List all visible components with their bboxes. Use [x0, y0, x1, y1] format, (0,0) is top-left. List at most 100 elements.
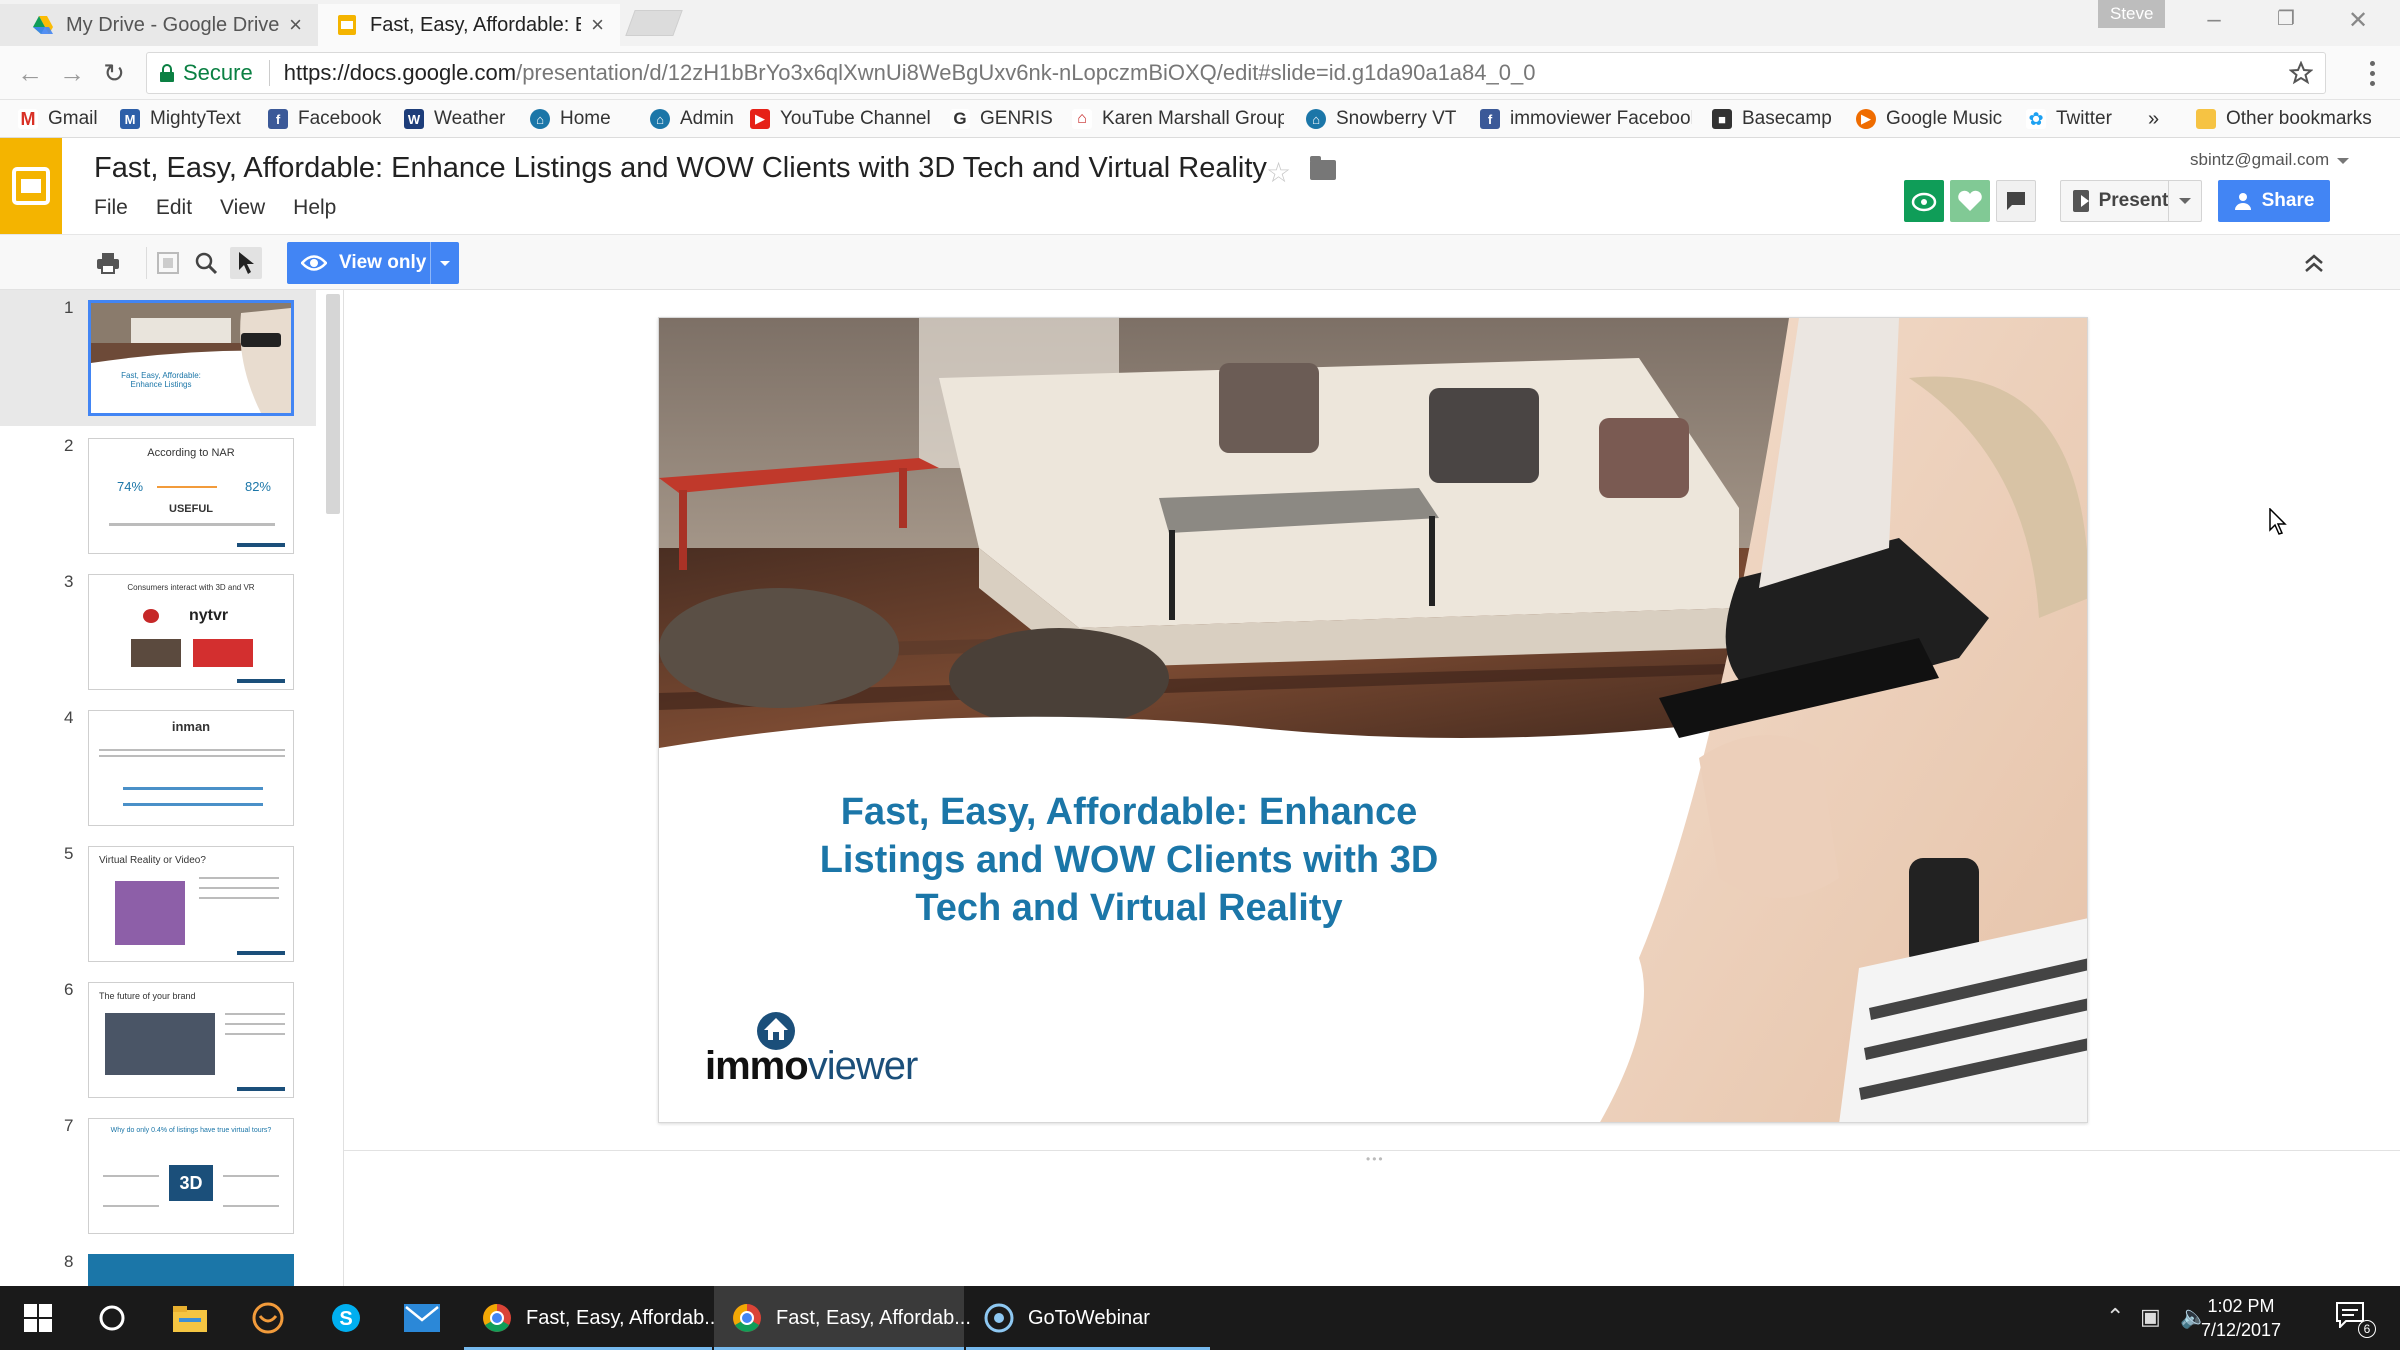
- filmstrip-scrollbar[interactable]: [326, 294, 340, 514]
- browser-menu-icon[interactable]: [2360, 58, 2384, 88]
- filmstrip-slide-7[interactable]: 7 Why do only 0.4% of listings have true…: [0, 1108, 316, 1244]
- mail-icon[interactable]: [404, 1300, 440, 1336]
- taskbar-app-label: Fast, Easy, Affordab...: [776, 1306, 971, 1329]
- tab-close-icon[interactable]: ×: [591, 12, 604, 38]
- windows-start-icon[interactable]: [20, 1300, 56, 1336]
- show-hidden-icons-chevron-up-icon[interactable]: ⌃: [2106, 1304, 2124, 1330]
- cortana-search-icon[interactable]: [94, 1300, 130, 1336]
- filmstrip-slide-3[interactable]: 3 Consumers interact with 3D and VR nytv…: [0, 564, 316, 700]
- bookmark-gmail[interactable]: M Gmail: [18, 100, 98, 138]
- bookmarks-bar: M Gmail M MightyText f Facebook W Weathe…: [0, 100, 2400, 138]
- back-arrow-icon[interactable]: ←: [14, 58, 46, 89]
- slide-number: 6: [64, 980, 74, 999]
- bookmark-google-music[interactable]: ▶ Google Music: [1856, 100, 2002, 138]
- menu-file[interactable]: File: [94, 196, 128, 220]
- collapse-header-icon[interactable]: [2300, 249, 2328, 277]
- tab-my-drive[interactable]: My Drive - Google Drive ×: [0, 4, 318, 46]
- outlook-icon[interactable]: [250, 1300, 286, 1336]
- resize-grip-icon[interactable]: •••: [1366, 1152, 1385, 1166]
- filmstrip-slide-1[interactable]: 1 Fast, Easy, Affordable: Enhance Listin…: [0, 290, 316, 426]
- bookmark-mightytext[interactable]: M MightyText: [120, 100, 241, 138]
- menu-edit[interactable]: Edit: [156, 196, 192, 220]
- facebook-icon: f: [1480, 109, 1500, 129]
- extension-heart-icon[interactable]: [1950, 180, 1990, 222]
- bookmarks-overflow-button[interactable]: »: [2148, 100, 2159, 138]
- filmstrip-slide-5[interactable]: 5 Virtual Reality or Video?: [0, 836, 316, 972]
- slide-thumbnail[interactable]: According to NAR 74% 82% USEFUL: [88, 438, 294, 554]
- select-pointer-icon[interactable]: [230, 247, 262, 279]
- slides-logo-icon[interactable]: [0, 138, 62, 234]
- slide-thumbnail[interactable]: [88, 1254, 294, 1286]
- bookmark-admin[interactable]: ⌂ Admin: [650, 100, 734, 138]
- file-explorer-icon[interactable]: [172, 1300, 208, 1336]
- skype-icon[interactable]: S: [328, 1300, 364, 1336]
- slide-thumbnail[interactable]: Virtual Reality or Video?: [88, 846, 294, 962]
- share-button[interactable]: Share: [2218, 180, 2330, 222]
- slide-thumbnail[interactable]: Consumers interact with 3D and VR nytvr: [88, 574, 294, 690]
- other-bookmarks[interactable]: Other bookmarks: [2196, 100, 2372, 138]
- chrome-icon: [483, 1304, 511, 1332]
- slide-thumbnail[interactable]: inman: [88, 710, 294, 826]
- tab-presentation[interactable]: Fast, Easy, Affordable: En ×: [318, 4, 620, 46]
- bookmark-karen-marshall[interactable]: ⌂ Karen Marshall Group: [1072, 100, 1284, 138]
- extension-cloud-icon[interactable]: [1904, 180, 1944, 222]
- taskbar-app-chrome-1[interactable]: Fast, Easy, Affordab...: [464, 1286, 721, 1350]
- bookmark-home[interactable]: ⌂ Home: [530, 100, 611, 138]
- tab-close-icon[interactable]: ×: [289, 12, 302, 38]
- zoom-fit-icon[interactable]: [152, 247, 184, 279]
- address-bar[interactable]: Secure https://docs.google.com /presenta…: [146, 52, 2326, 94]
- network-icon[interactable]: ▣: [2140, 1304, 2161, 1330]
- system-clock[interactable]: 1:02 PM 7/12/2017: [2186, 1294, 2296, 1342]
- reload-icon[interactable]: ↻: [98, 58, 130, 89]
- bookmark-youtube[interactable]: ▶ YouTube Channel: [750, 100, 931, 138]
- new-tab-button[interactable]: [625, 10, 683, 36]
- bookmark-snowberry[interactable]: ⌂ Snowberry VT: [1306, 100, 1456, 138]
- menu-view[interactable]: View: [220, 196, 265, 220]
- filmstrip-slide-4[interactable]: 4 inman: [0, 700, 316, 836]
- account-switcher[interactable]: sbintz@gmail.com: [2190, 150, 2350, 170]
- document-title[interactable]: Fast, Easy, Affordable: Enhance Listings…: [94, 152, 1267, 185]
- slide-thumbnail[interactable]: The future of your brand: [88, 982, 294, 1098]
- bookmark-label: Weather: [434, 108, 506, 129]
- restore-icon[interactable]: ❐: [2266, 6, 2306, 31]
- thumbnail-footer: [237, 679, 285, 683]
- close-window-icon[interactable]: ✕: [2338, 6, 2378, 35]
- zoom-icon[interactable]: [190, 247, 222, 279]
- profile-button[interactable]: Steve: [2098, 0, 2166, 28]
- slide-thumbnail[interactable]: Why do only 0.4% of listings have true v…: [88, 1118, 294, 1234]
- account-email: sbintz@gmail.com: [2190, 150, 2330, 169]
- forward-arrow-icon[interactable]: →: [56, 58, 88, 89]
- comments-icon[interactable]: [1996, 180, 2036, 222]
- minimize-icon[interactable]: –: [2194, 6, 2234, 34]
- filmstrip-slide-2[interactable]: 2 According to NAR 74% 82% USEFUL: [0, 428, 316, 564]
- star-icon[interactable]: ☆: [1266, 156, 1291, 189]
- bookmark-twitter[interactable]: ✿ Twitter: [2026, 100, 2112, 138]
- share-label: Share: [2261, 190, 2315, 211]
- slides-header: Fast, Easy, Affordable: Enhance Listings…: [0, 138, 2400, 234]
- bookmark-facebook[interactable]: f Facebook: [268, 100, 381, 138]
- menu-help[interactable]: Help: [293, 196, 336, 220]
- print-icon[interactable]: [92, 247, 124, 279]
- filmstrip-slide-8[interactable]: 8: [0, 1244, 316, 1286]
- taskbar-app-label: Fast, Easy, Affordab...: [526, 1306, 721, 1329]
- view-only-button[interactable]: View only: [287, 242, 459, 284]
- chevron-down-icon[interactable]: [440, 260, 450, 266]
- current-slide[interactable]: Fast, Easy, Affordable: Enhance Listings…: [658, 317, 2088, 1123]
- bookmark-genris[interactable]: G GENRIS: [950, 100, 1053, 138]
- slide-thumbnail[interactable]: Fast, Easy, Affordable: Enhance Listings: [88, 300, 294, 416]
- filmstrip-slide-6[interactable]: 6 The future of your brand: [0, 972, 316, 1108]
- move-folder-icon[interactable]: [1310, 156, 1336, 180]
- taskbar-app-gotowebinar[interactable]: GoToWebinar: [966, 1286, 1210, 1350]
- speaker-notes-divider[interactable]: [344, 1150, 2400, 1151]
- person-icon: [2234, 193, 2251, 210]
- bookmark-immoviewer-facebook[interactable]: f immoviewer Facebook: [1480, 100, 1692, 138]
- slide-number: 2: [64, 436, 74, 455]
- taskbar-app-chrome-2[interactable]: Fast, Easy, Affordab...: [714, 1286, 971, 1350]
- chevron-down-icon[interactable]: [2179, 198, 2191, 204]
- thumbnail-text-line: [225, 1023, 285, 1025]
- bookmark-basecamp[interactable]: ■ Basecamp: [1712, 100, 1832, 138]
- eye-icon: [301, 255, 327, 271]
- bookmark-star-icon[interactable]: [2289, 61, 2313, 85]
- bookmark-weather[interactable]: W Weather: [404, 100, 505, 138]
- present-button[interactable]: Present: [2060, 180, 2202, 222]
